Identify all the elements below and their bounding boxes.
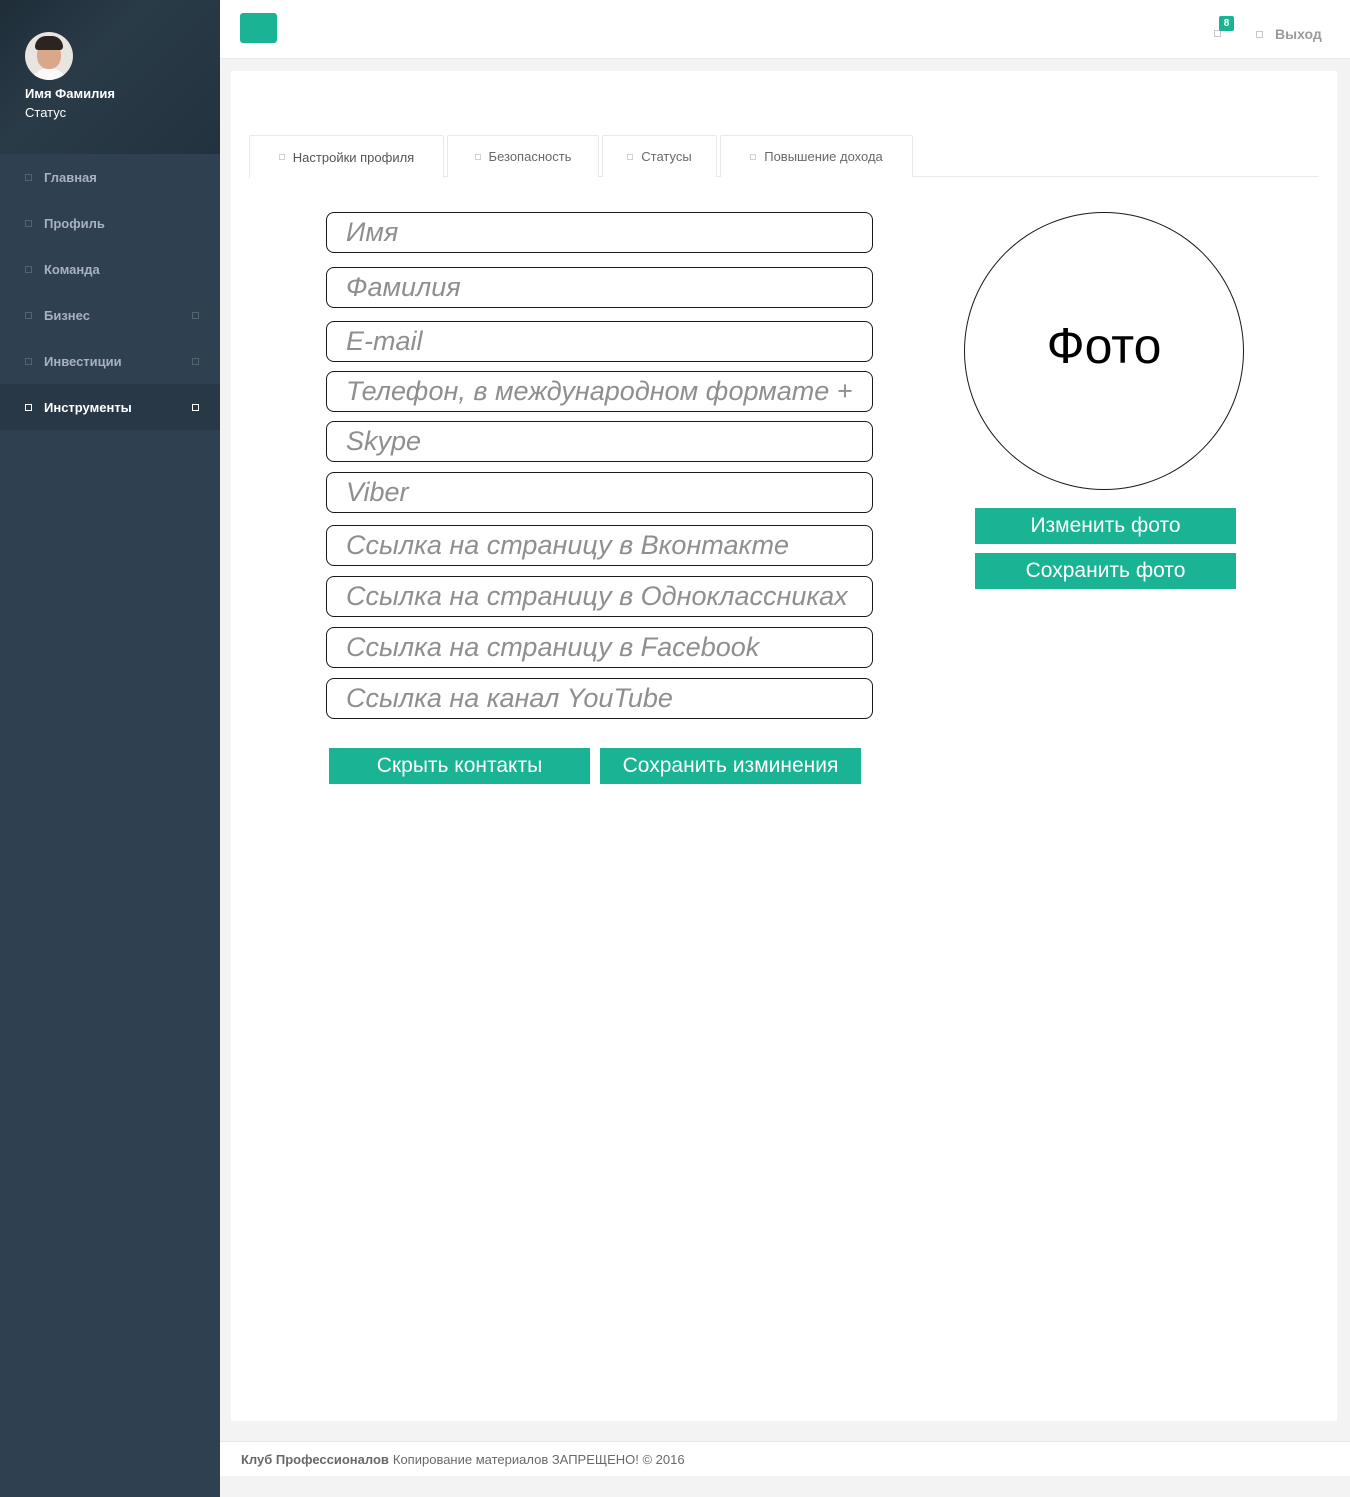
save-changes-button[interactable]: Сохранить изминения — [600, 748, 861, 784]
content-panel: Настройки профиля Безопасность Статусы П… — [231, 71, 1337, 1421]
skype-input[interactable] — [327, 422, 872, 461]
tab-bar: Настройки профиля Безопасность Статусы П… — [249, 135, 1319, 178]
menu-toggle-button[interactable] — [240, 13, 277, 43]
notification-count-badge: 8 — [1219, 16, 1234, 31]
briefcase-icon — [25, 311, 32, 319]
sidebar-item-label: Инструменты — [44, 399, 132, 415]
vkontakte-input[interactable] — [327, 526, 872, 565]
facebook-field[interactable] — [326, 627, 873, 668]
sidebar: Имя Фамилия Статус Главная Профиль Коман… — [0, 0, 220, 1497]
sidebar-item-label: Бизнес — [44, 307, 90, 323]
logout-link[interactable]: Выход — [1256, 26, 1322, 42]
skype-field[interactable] — [326, 421, 873, 462]
sidebar-item-investments[interactable]: Инвестиции — [0, 338, 220, 384]
logout-label: Выход — [1275, 26, 1322, 42]
tab-security[interactable]: Безопасность — [447, 135, 599, 177]
chevron-icon — [192, 403, 199, 411]
profile-photo-placeholder: Фото — [964, 212, 1244, 490]
avatar-shirt — [29, 68, 69, 80]
lock-icon — [474, 153, 481, 160]
last-name-field[interactable] — [326, 267, 873, 308]
youtube-field[interactable] — [326, 678, 873, 719]
sidebar-item-label: Профиль — [44, 215, 105, 231]
phone-input[interactable] — [327, 372, 872, 411]
star-icon — [627, 153, 634, 160]
sign-out-icon — [1256, 30, 1263, 38]
change-photo-button[interactable]: Изменить фото — [975, 508, 1236, 544]
wrench-icon — [25, 403, 32, 411]
avatar-hair — [35, 36, 63, 50]
photo-placeholder-label: Фото — [1046, 318, 1162, 374]
sidebar-item-profile[interactable]: Профиль — [0, 200, 220, 246]
chevron-icon — [192, 311, 199, 319]
first-name-input[interactable] — [327, 213, 872, 252]
tab-label: Повышение дохода — [764, 149, 883, 164]
bell-icon[interactable] — [1214, 30, 1221, 37]
tab-income-boost[interactable]: Повышение дохода — [720, 135, 913, 177]
tab-label: Настройки профиля — [292, 149, 415, 165]
user-status: Статус — [25, 105, 67, 120]
sidebar-item-label: Главная — [44, 169, 97, 185]
sidebar-item-business[interactable]: Бизнес — [0, 292, 220, 338]
footer: Клуб Профессионалов Копирование материал… — [220, 1441, 1350, 1476]
user-icon — [25, 219, 32, 227]
sidebar-item-label: Команда — [44, 261, 100, 277]
chevron-icon — [192, 357, 199, 365]
footer-brand: Клуб Профессионалов — [241, 1451, 389, 1467]
viber-field[interactable] — [326, 472, 873, 513]
sidebar-item-home[interactable]: Главная — [0, 154, 220, 200]
team-icon — [25, 265, 32, 273]
avatar[interactable] — [25, 32, 73, 80]
vkontakte-field[interactable] — [326, 525, 873, 566]
tab-profile-settings[interactable]: Настройки профиля — [249, 135, 444, 178]
youtube-input[interactable] — [327, 679, 872, 718]
home-icon — [25, 173, 32, 181]
user-name[interactable]: Имя Фамилия — [25, 86, 115, 101]
tab-label: Статусы — [641, 149, 692, 164]
sidebar-profile-header: Имя Фамилия Статус — [0, 0, 220, 154]
sidebar-item-label: Инвестиции — [44, 353, 122, 369]
viber-input[interactable] — [327, 473, 872, 512]
hide-contacts-button[interactable]: Скрыть контакты — [329, 748, 590, 784]
footer-copyright: Копирование материалов ЗАПРЕЩЕНО! © 2016 — [392, 1451, 685, 1467]
top-navbar: 8 Выход — [220, 0, 1350, 59]
facebook-input[interactable] — [327, 628, 872, 667]
trend-up-icon — [750, 153, 757, 160]
email-field[interactable] — [326, 321, 873, 362]
odnoklassniki-input[interactable] — [327, 577, 872, 616]
phone-field[interactable] — [326, 371, 873, 412]
first-name-field[interactable] — [326, 212, 873, 253]
user-icon — [278, 154, 285, 160]
sidebar-item-team[interactable]: Команда — [0, 246, 220, 292]
email-input[interactable] — [327, 322, 872, 361]
odnoklassniki-field[interactable] — [326, 576, 873, 617]
sidebar-item-tools[interactable]: Инструменты — [0, 384, 220, 430]
save-photo-button[interactable]: Сохранить фото — [975, 553, 1236, 589]
tab-statuses[interactable]: Статусы — [602, 135, 717, 177]
tab-label: Безопасность — [488, 149, 572, 164]
chart-icon — [25, 357, 32, 365]
last-name-input[interactable] — [327, 268, 872, 307]
